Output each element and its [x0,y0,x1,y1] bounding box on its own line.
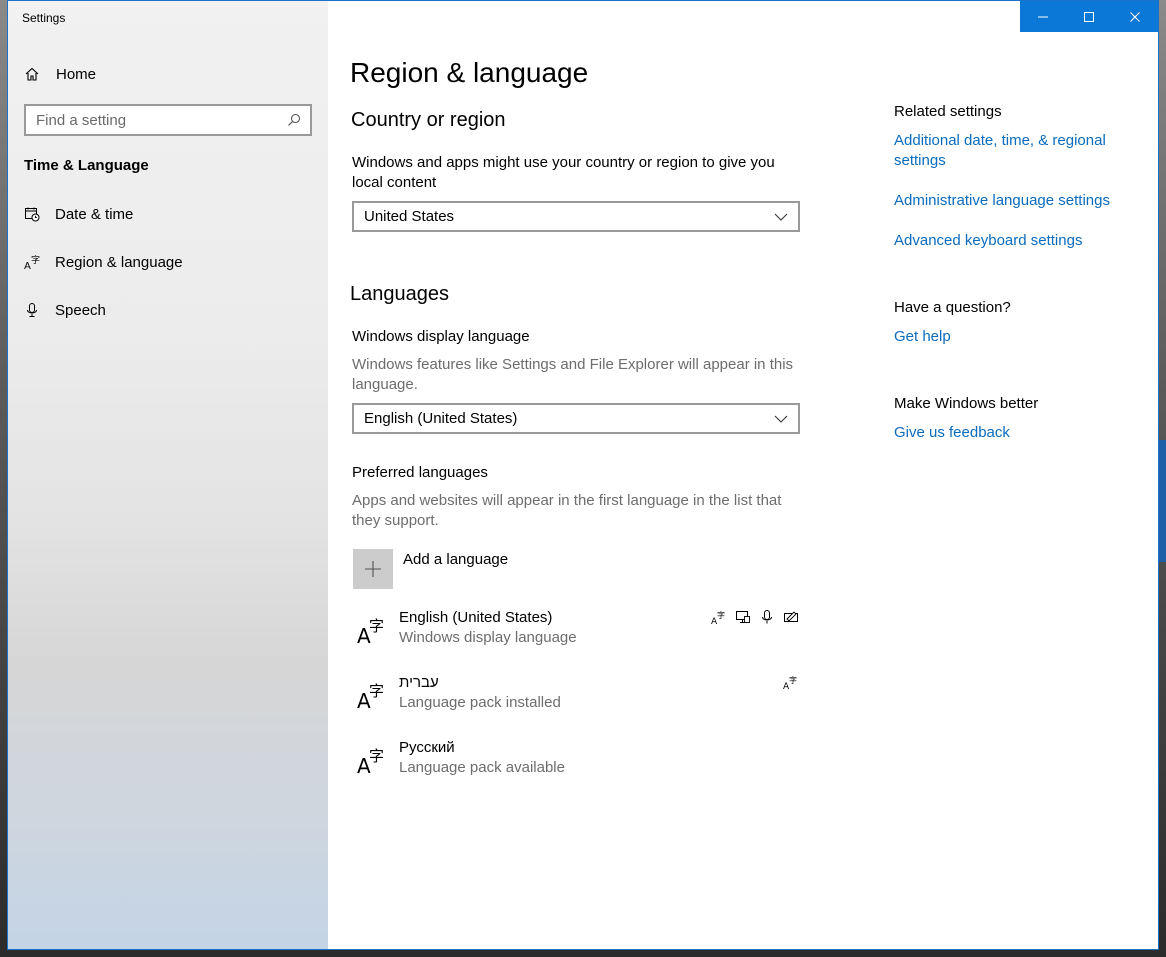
language-row-english[interactable]: A字 English (United States) Windows displ… [353,609,799,659]
svg-text:字: 字 [369,747,384,765]
language-name: Русский [399,739,455,756]
preferred-languages-description: Apps and websites will appear in the fir… [352,492,782,529]
speech-icon [759,609,775,625]
language-name: English (United States) [399,609,553,626]
svg-text:A: A [24,261,31,270]
link-give-feedback[interactable]: Give us feedback [894,423,1124,443]
nav-home[interactable]: Home [24,61,304,87]
link-advanced-keyboard[interactable]: Advanced keyboard settings [894,231,1124,251]
svg-text:字: 字 [369,617,384,635]
link-additional-date-time[interactable]: Additional date, time, & regional settin… [894,131,1124,171]
language-icon: A字 [357,678,387,715]
country-dropdown[interactable]: United States [352,201,800,232]
search-icon[interactable] [286,112,302,128]
languages-heading: Languages [350,283,449,305]
language-icon: A字 [24,254,40,270]
language-features: A字 [783,674,799,690]
app-title: Settings [22,11,66,25]
display-language-dropdown[interactable]: English (United States) [352,403,800,434]
make-windows-better-heading: Make Windows better [894,395,1039,412]
nav-home-label: Home [56,65,97,83]
question-heading: Have a question? [894,299,1011,316]
preferred-languages-label: Preferred languages [352,464,488,481]
language-status: Windows display language [399,629,577,646]
search-box[interactable] [24,104,312,136]
language-row-hebrew[interactable]: A字 עברית Language pack installed A字 [353,674,799,724]
sidebar-item-date-time[interactable]: Date & time [24,202,304,226]
chevron-down-icon [774,415,788,423]
country-dropdown-value: United States [364,208,455,225]
chevron-down-icon [774,213,788,221]
main-content: Region & language Country or region Wind… [328,1,1158,949]
link-administrative-language[interactable]: Administrative language settings [894,191,1124,211]
country-description: Windows and apps might use your country … [352,154,775,191]
language-name: עברית [399,674,439,691]
sidebar-item-label: Region & language [55,253,183,271]
svg-text:字: 字 [789,675,797,685]
svg-text:字: 字 [369,682,384,700]
add-language-button[interactable]: Add a language [353,549,508,589]
display-language-label: Windows display language [352,328,530,345]
language-pack-icon: A字 [711,609,727,625]
language-icon: A字 [357,743,387,780]
sidebar: Settings Home Time & Language Date & tim… [8,1,328,949]
display-icon [735,609,751,625]
sidebar-item-region-language[interactable]: A字 Region & language [24,250,304,274]
add-tile [353,549,393,589]
language-pack-icon: A字 [783,674,799,690]
handwriting-icon [783,609,799,625]
display-language-dropdown-value: English (United States) [364,410,518,427]
plus-icon [365,561,381,577]
settings-window: Settings Home Time & Language Date & tim… [7,0,1159,950]
language-features: A字 [711,609,799,625]
add-language-label: Add a language [403,551,509,568]
language-icon: A字 [357,613,387,650]
page-title: Region & language [350,57,589,88]
calendar-clock-icon [24,206,40,222]
site-feedback-tab[interactable] [1158,440,1166,562]
svg-text:字: 字 [717,610,725,620]
sidebar-item-speech[interactable]: Speech [24,298,304,322]
microphone-icon [24,302,40,318]
language-status: Language pack installed [399,694,561,711]
language-status: Language pack available [399,759,565,776]
display-language-description: Windows features like Settings and File … [352,356,794,393]
link-get-help[interactable]: Get help [894,327,1124,347]
search-input[interactable] [36,111,276,129]
home-icon [24,66,40,82]
sidebar-section-title: Time & Language [24,157,149,174]
language-row-russian[interactable]: A字 Русский Language pack available [353,739,799,789]
related-settings-heading: Related settings [894,103,1002,120]
sidebar-item-label: Date & time [55,205,134,223]
country-heading: Country or region [351,109,506,131]
svg-text:字: 字 [31,254,40,266]
sidebar-item-label: Speech [55,301,106,319]
